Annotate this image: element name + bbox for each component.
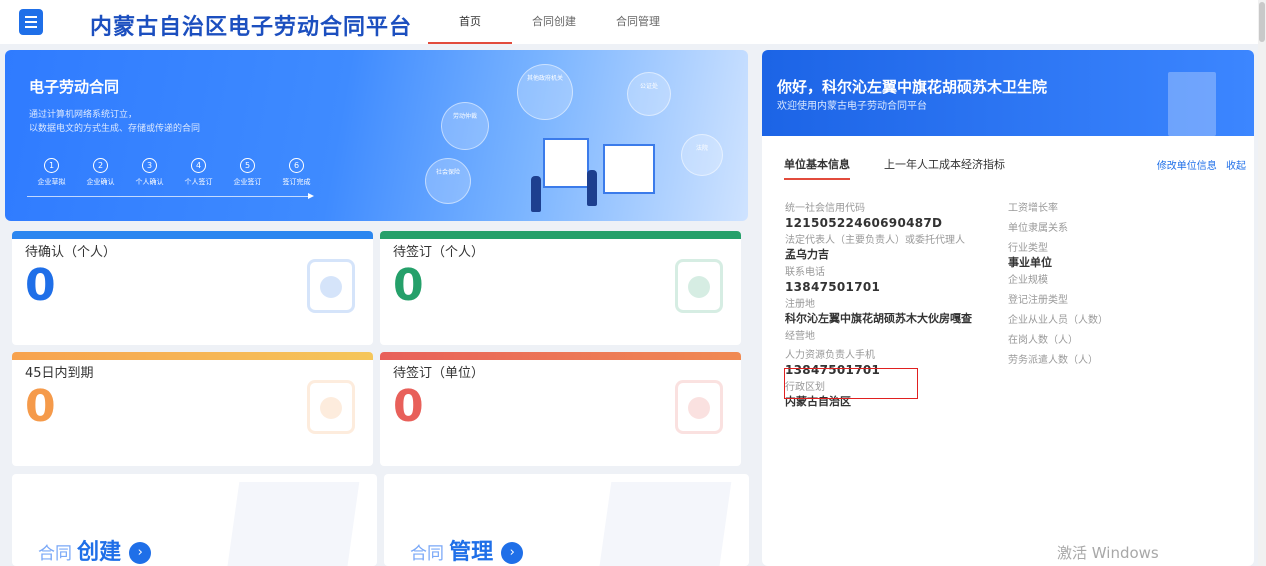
arrow-right-icon[interactable]: › (129, 542, 152, 564)
bubble-notary-icon: 公证处 (627, 72, 671, 116)
field-label: 人力资源负责人手机 (785, 350, 875, 361)
stat-card-pending-sign-personal[interactable]: 待签订（个人） 0 (380, 231, 741, 345)
stat-card-pending-confirm-personal[interactable]: 待确认（个人） 0 (12, 231, 373, 345)
panel-header: 你好，科尔沁左翼中旗花胡硕苏木卫生院 欢迎使用内蒙古电子劳动合同平台 (762, 50, 1254, 136)
banner-desc-line: 通过计算机网络系统订立， (29, 110, 138, 120)
bubble-arbitration-icon: 劳动仲裁 (441, 102, 489, 150)
arrow-right-icon[interactable]: › (501, 542, 524, 564)
edit-company-info-link[interactable]: 修改单位信息 (1157, 161, 1217, 172)
field-label: 在岗人数（人） (1008, 335, 1078, 346)
field-label: 单位隶属关系 (1008, 223, 1068, 234)
field-value: 孟乌力吉 (785, 248, 829, 261)
document-deco-icon (226, 482, 360, 566)
building-icon (1168, 72, 1216, 136)
field-label: 行业类型 (1008, 243, 1048, 254)
step-item: 4 个人签订 (174, 158, 223, 187)
bubble-court-icon: 法院 (681, 134, 723, 176)
contract-manage-label: 合同 管理 › (410, 534, 524, 566)
nav-contract-manage[interactable]: 合同管理 (596, 0, 680, 44)
welcome-text: 欢迎使用内蒙古电子劳动合同平台 (777, 101, 927, 112)
clipboard-clock-icon (675, 380, 723, 434)
stat-card-expiring-45-days[interactable]: 45日内到期 0 (12, 352, 373, 466)
nav-home[interactable]: 首页 (428, 0, 512, 44)
step-item: 1 企业草拟 (27, 158, 76, 187)
card-color-bar (12, 231, 373, 239)
stat-value: 0 (393, 260, 424, 311)
stat-value: 0 (393, 381, 424, 432)
info-tabs: 单位基本信息 上一年人工成本经济指标 (784, 156, 1005, 180)
field-value: 科尔沁左翼中旗花胡硕苏木大伙房嘎查 (785, 312, 972, 325)
top-header: 内蒙古自治区电子劳动合同平台 首页 合同创建 合同管理 (0, 0, 1266, 44)
stat-value: 0 (25, 381, 56, 432)
contract-create-card[interactable]: 合同 创建 › (12, 474, 377, 566)
steps-arrow-line (27, 193, 314, 199)
banner-description: 通过计算机网络系统订立， 以数据电文的方式生成、存储或传递的合同 (29, 108, 200, 136)
greeting-title: 你好，科尔沁左翼中旗花胡硕苏木卫生院 (777, 78, 1048, 96)
step-item: 6 签订完成 (272, 158, 321, 187)
right-field-column: 工资增长率 单位隶属关系 行业类型 事业单位 企业规模 登记注册类型 企业从业人… (1008, 202, 1108, 367)
banner-title: 电子劳动合同 (29, 78, 120, 96)
field-label: 经营地 (785, 331, 815, 342)
field-value: 12150522460690487D (785, 216, 943, 230)
contract-manage-card[interactable]: 合同 管理 › (384, 474, 749, 566)
field-label: 统一社会信用代码 (785, 203, 865, 214)
step-item: 3 个人确认 (125, 158, 174, 187)
card-color-bar (380, 231, 741, 239)
field-value: 13847501701 (785, 280, 881, 294)
contract-create-label: 合同 创建 › (38, 534, 152, 566)
meeting-board-illustration (603, 144, 655, 194)
nav-contract-create[interactable]: 合同创建 (512, 0, 596, 44)
field-label: 劳务派遣人数（人） (1008, 355, 1098, 366)
contract-board-illustration (543, 138, 589, 188)
field-label: 法定代表人（主要负责人）或委托代理人 (785, 235, 965, 246)
person-illustration (531, 176, 541, 212)
collapse-link[interactable]: 收起 (1226, 161, 1246, 172)
bubble-gov-icon: 其他政府机关 (517, 64, 573, 120)
app-logo-icon (19, 9, 43, 35)
card-color-bar (12, 352, 373, 360)
field-label: 登记注册类型 (1008, 295, 1068, 306)
field-label: 联系电话 (785, 267, 825, 278)
tab-basic-info[interactable]: 单位基本信息 (784, 156, 850, 180)
stat-value: 0 (25, 260, 56, 311)
stat-card-pending-sign-company[interactable]: 待签订（单位） 0 (380, 352, 741, 466)
highlight-annotation-box (784, 368, 918, 399)
main-nav: 首页 合同创建 合同管理 (428, 0, 680, 44)
app-title: 内蒙古自治区电子劳动合同平台 (90, 15, 413, 40)
field-label: 企业从业人员（人数） (1008, 315, 1108, 326)
person-illustration (587, 170, 597, 206)
field-value: 事业单位 (1008, 256, 1052, 269)
document-deco-icon (598, 482, 732, 566)
panel-actions: 修改单位信息 收起 (1151, 157, 1246, 172)
banner-desc-line: 以数据电文的方式生成、存储或传递的合同 (29, 124, 201, 134)
process-steps: 1 企业草拟 2 企业确认 3 个人确认 4 个人签订 5 企业签订 6 签订完成 (27, 158, 321, 187)
tab-labor-cost[interactable]: 上一年人工成本经济指标 (884, 156, 1005, 180)
company-info-panel: 你好，科尔沁左翼中旗花胡硕苏木卫生院 欢迎使用内蒙古电子劳动合同平台 单位基本信… (762, 50, 1254, 566)
field-label: 工资增长率 (1008, 203, 1058, 214)
step-item: 5 企业签订 (223, 158, 272, 187)
windows-activation-watermark: 激活 Windows (1057, 544, 1159, 562)
field-label: 注册地 (785, 299, 815, 310)
clipboard-check-icon (307, 259, 355, 313)
clipboard-clock-icon (307, 380, 355, 434)
step-item: 2 企业确认 (76, 158, 125, 187)
field-label: 企业规模 (1008, 275, 1048, 286)
bubble-social-insurance-icon: 社会保险 (425, 158, 471, 204)
clipboard-pen-icon (675, 259, 723, 313)
page-scrollbar[interactable] (1258, 0, 1266, 566)
card-color-bar (380, 352, 741, 360)
hero-banner: 电子劳动合同 通过计算机网络系统订立， 以数据电文的方式生成、存储或传递的合同 … (5, 50, 748, 221)
